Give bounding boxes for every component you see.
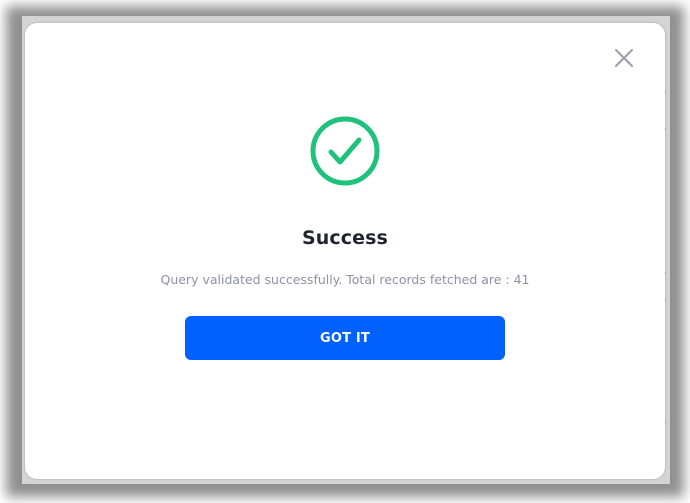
check-circle-icon xyxy=(309,115,381,187)
dialog-message: Query validated successfully. Total reco… xyxy=(160,272,530,287)
got-it-button[interactable]: GOT IT xyxy=(185,316,505,360)
close-icon[interactable] xyxy=(613,47,635,69)
success-dialog: Success Query validated successfully. To… xyxy=(25,23,665,479)
close-button[interactable] xyxy=(613,47,635,69)
dialog-title: Success xyxy=(302,227,388,249)
